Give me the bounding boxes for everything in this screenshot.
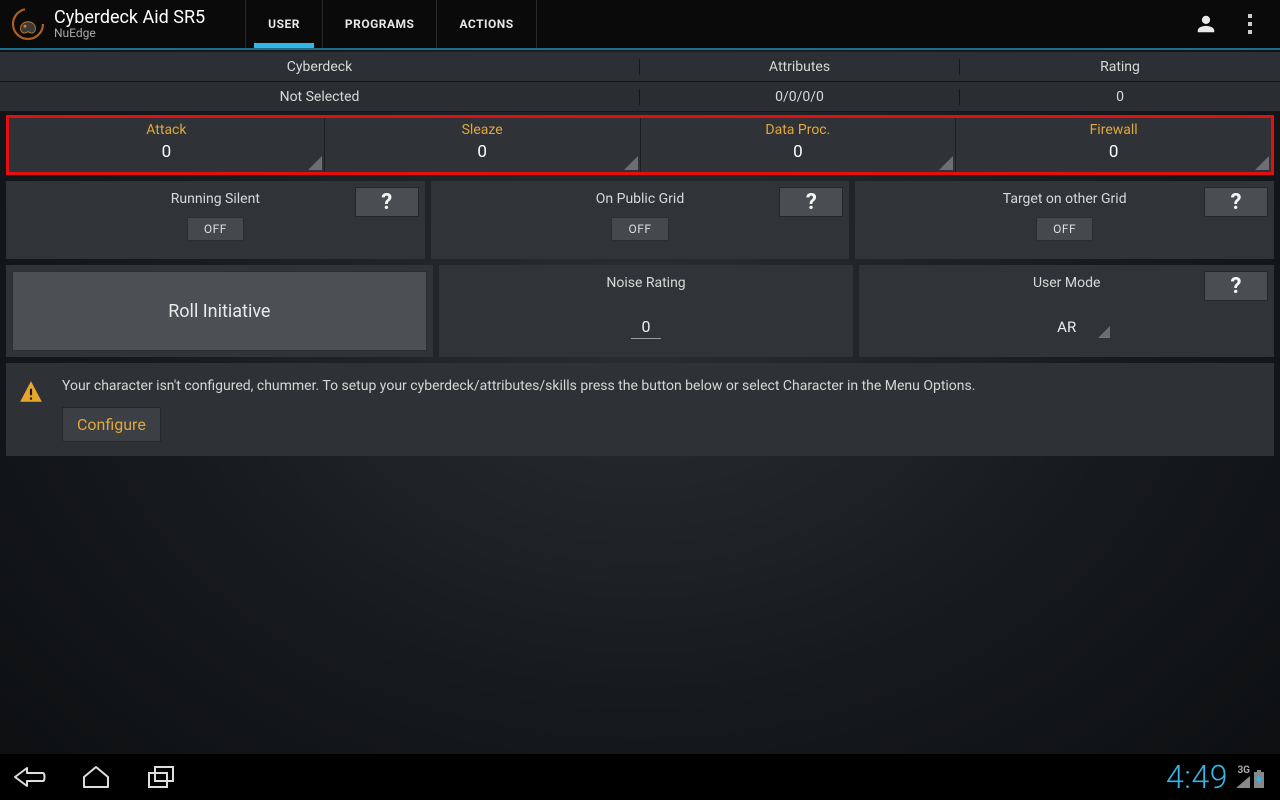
tab-user-label: USER xyxy=(268,17,300,31)
toggle-row: Running Silent OFF ? On Public Grid OFF … xyxy=(6,181,1274,259)
stat-attack-value: 0 xyxy=(9,142,324,162)
other-grid-label: Target on other Grid xyxy=(1003,191,1127,207)
user-mode-spinner[interactable]: AR xyxy=(1037,317,1096,336)
card-user-mode: User Mode AR ? xyxy=(859,265,1274,357)
status-clock: 4:49 xyxy=(1166,758,1228,796)
spinner-handle-icon xyxy=(1098,326,1110,338)
asdf-stats-highlight: Attack 0 Sleaze 0 Data Proc. 0 Firewall … xyxy=(6,115,1274,175)
action-row: Roll Initiative Noise Rating 0 User Mode… xyxy=(6,265,1274,357)
deck-summary-header-row: Cyberdeck Attributes Rating xyxy=(0,52,1280,82)
signal-icon xyxy=(1236,776,1250,788)
home-button[interactable] xyxy=(76,762,116,792)
stat-attack-label: Attack xyxy=(9,122,324,138)
input-underline xyxy=(631,338,661,339)
action-bar: Cyberdeck Aid SR5 NuEdge USER PROGRAMS A… xyxy=(0,0,1280,48)
tab-user[interactable]: USER xyxy=(245,0,323,48)
col-cyberdeck: Cyberdeck xyxy=(0,59,640,75)
stat-sleaze-value: 0 xyxy=(325,142,640,162)
notice-text: Your character isn't configured, chummer… xyxy=(62,377,1262,397)
stat-firewall-value: 0 xyxy=(956,142,1271,162)
tab-actions[interactable]: ACTIONS xyxy=(437,0,536,48)
col-rating: Rating xyxy=(960,59,1280,75)
col-attributes: Attributes xyxy=(640,59,960,75)
tab-bar: USER PROGRAMS ACTIONS xyxy=(245,0,537,48)
deck-summary-table: Cyberdeck Attributes Rating Not Selected… xyxy=(0,52,1280,112)
status-icons: 3G xyxy=(1236,766,1264,788)
running-silent-toggle[interactable]: OFF xyxy=(187,217,244,241)
val-cyberdeck[interactable]: Not Selected xyxy=(0,89,640,105)
tab-actions-label: ACTIONS xyxy=(459,17,513,31)
stat-firewall[interactable]: Firewall 0 xyxy=(956,118,1271,172)
configure-button[interactable]: Configure xyxy=(62,407,161,442)
spinner-handle-icon xyxy=(624,156,638,170)
system-nav-bar: 4:49 3G xyxy=(0,754,1280,800)
public-grid-toggle[interactable]: OFF xyxy=(611,217,668,241)
stat-dataproc-label: Data Proc. xyxy=(641,122,956,138)
deck-summary-value-row: Not Selected 0/0/0/0 0 xyxy=(0,82,1280,112)
app-title-block: Cyberdeck Aid SR5 NuEdge xyxy=(54,8,205,41)
recents-button[interactable] xyxy=(142,762,182,792)
spinner-handle-icon xyxy=(939,156,953,170)
spinner-handle-icon xyxy=(1255,156,1269,170)
network-label: 3G xyxy=(1237,766,1250,776)
noise-rating-label: Noise Rating xyxy=(606,275,685,291)
notice-body: Your character isn't configured, chummer… xyxy=(62,377,1262,442)
noise-rating-value[interactable]: 0 xyxy=(642,317,651,336)
battery-icon xyxy=(1254,770,1264,788)
app-title: Cyberdeck Aid SR5 xyxy=(54,8,205,28)
card-running-silent: Running Silent OFF ? xyxy=(6,181,425,259)
val-attributes: 0/0/0/0 xyxy=(640,89,960,105)
other-grid-toggle[interactable]: OFF xyxy=(1036,217,1093,241)
running-silent-label: Running Silent xyxy=(171,191,260,207)
stat-sleaze[interactable]: Sleaze 0 xyxy=(325,118,641,172)
back-button[interactable] xyxy=(10,762,50,792)
user-mode-label: User Mode xyxy=(1033,275,1100,291)
stat-firewall-label: Firewall xyxy=(956,122,1271,138)
card-other-grid: Target on other Grid OFF ? xyxy=(855,181,1274,259)
stat-attack[interactable]: Attack 0 xyxy=(9,118,325,172)
actionbar-underline xyxy=(0,48,1280,50)
public-grid-label: On Public Grid xyxy=(596,191,684,207)
warning-icon xyxy=(18,379,44,405)
overflow-menu-icon[interactable] xyxy=(1228,0,1272,48)
stat-dataproc[interactable]: Data Proc. 0 xyxy=(641,118,957,172)
help-button[interactable]: ? xyxy=(355,187,419,217)
help-button[interactable]: ? xyxy=(1204,271,1268,301)
val-rating: 0 xyxy=(960,89,1280,105)
help-button[interactable]: ? xyxy=(779,187,843,217)
user-mode-value: AR xyxy=(1037,318,1096,336)
card-noise-rating: Noise Rating 0 xyxy=(439,265,854,357)
card-roll-initiative: Roll Initiative xyxy=(6,265,433,357)
tab-programs[interactable]: PROGRAMS xyxy=(323,0,438,48)
stat-dataproc-value: 0 xyxy=(641,142,956,162)
spinner-handle-icon xyxy=(308,156,322,170)
app-subtitle: NuEdge xyxy=(54,27,205,40)
app-icon xyxy=(8,4,48,44)
stat-sleaze-label: Sleaze xyxy=(325,122,640,138)
tab-programs-label: PROGRAMS xyxy=(345,17,415,31)
configure-notice: Your character isn't configured, chummer… xyxy=(6,363,1274,456)
help-button[interactable]: ? xyxy=(1204,187,1268,217)
profile-icon[interactable] xyxy=(1184,0,1228,48)
card-public-grid: On Public Grid OFF ? xyxy=(431,181,850,259)
roll-initiative-button[interactable]: Roll Initiative xyxy=(12,271,427,351)
